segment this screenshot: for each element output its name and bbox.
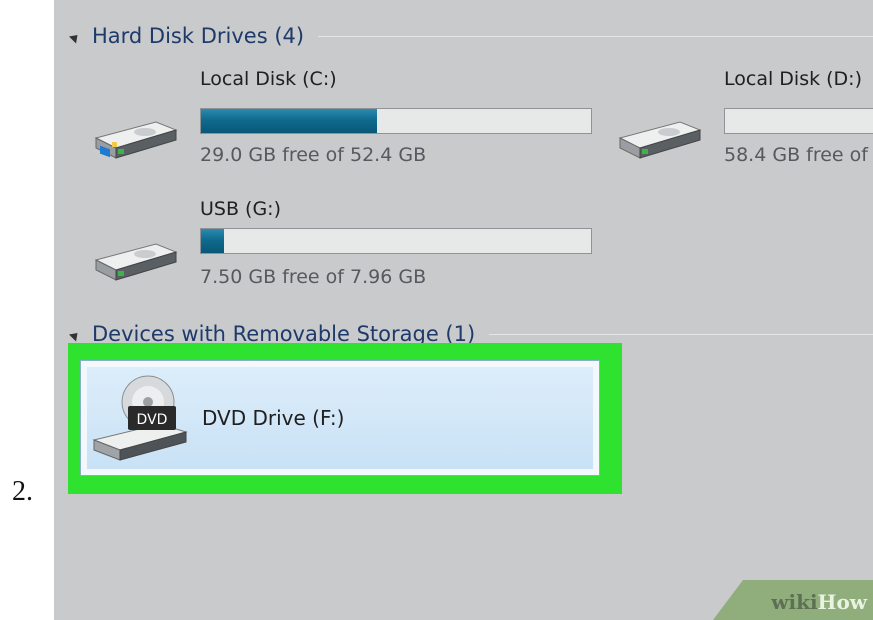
wikihow-logo: wikiHow <box>771 590 867 614</box>
drive-usage-fill <box>201 229 225 253</box>
collapse-triangle-icon[interactable] <box>68 328 82 342</box>
group-divider <box>318 35 873 37</box>
drive-name: USB (G:) <box>200 198 281 220</box>
hard-drive-icon <box>94 243 178 281</box>
group-title: Hard Disk Drives (4) <box>92 24 305 48</box>
drive-tile-usb-g[interactable]: USB (G:) 7.50 GB free of 7.96 GB <box>90 190 610 302</box>
windows-hard-drive-icon <box>94 121 178 159</box>
drive-usage-bar <box>200 108 592 134</box>
watermark-wiki: wiki <box>771 590 818 614</box>
drive-free-space: 7.50 GB free of 7.96 GB <box>200 266 427 288</box>
drive-free-space: 58.4 GB free of <box>724 144 868 166</box>
drive-tile-local-disk-d[interactable]: Local Disk (D:) 58.4 GB free of <box>614 68 873 180</box>
drive-tile-local-disk-c[interactable]: Local Disk (C:) 29.0 GB free of 52.4 GB <box>90 68 610 180</box>
drive-name: DVD Drive (F:) <box>202 406 345 430</box>
watermark-how: How <box>817 590 867 614</box>
drive-usage-fill <box>201 109 377 133</box>
hard-drive-icon <box>618 121 702 159</box>
drive-name: Local Disk (D:) <box>724 68 862 90</box>
dvd-icon-label: DVD <box>137 412 168 428</box>
collapse-triangle-icon[interactable] <box>68 30 82 44</box>
drive-usage-bar <box>724 108 873 134</box>
drive-free-space: 29.0 GB free of 52.4 GB <box>200 144 427 166</box>
explorer-content-pane: Hard Disk Drives (4) Local Disk (C:) 29.… <box>54 0 873 620</box>
drive-usage-bar <box>200 228 592 254</box>
group-header-hard-disk-drives[interactable]: Hard Disk Drives (4) <box>68 16 873 56</box>
drive-name: Local Disk (C:) <box>200 68 337 90</box>
step-number: 2. <box>12 476 33 507</box>
dvd-drive-icon: DVD <box>92 375 188 461</box>
group-divider <box>489 333 873 335</box>
